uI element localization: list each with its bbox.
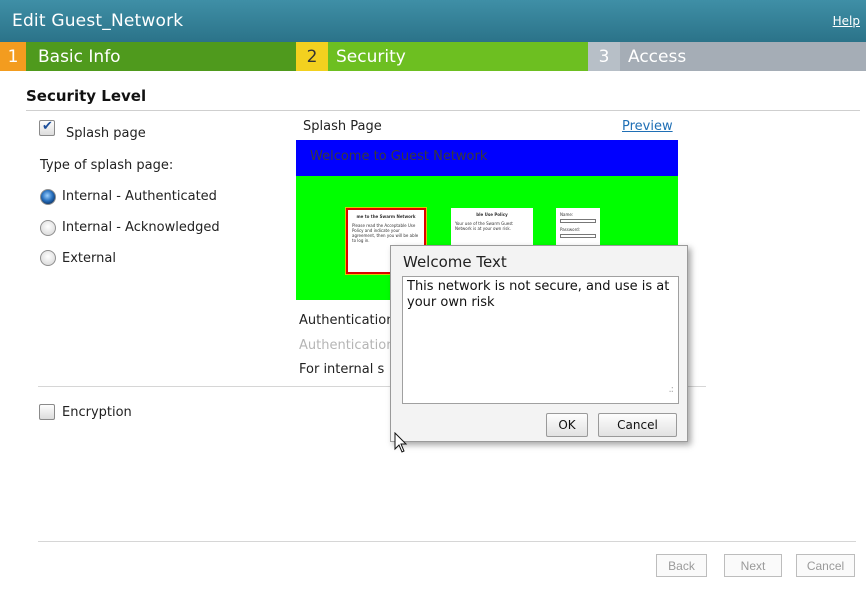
tab-label: Basic Info xyxy=(26,42,296,71)
title-bar: Edit Guest_Network Help xyxy=(0,0,866,42)
internal-server-label: For internal s xyxy=(299,362,385,377)
mouse-cursor-icon xyxy=(394,432,408,453)
mini-name-label: Name: xyxy=(560,212,574,217)
radio-internal-authenticated[interactable] xyxy=(40,189,56,205)
mini-name-field xyxy=(560,219,596,223)
cancel-button[interactable]: Cancel xyxy=(598,413,677,437)
mini-password-field xyxy=(560,234,596,238)
encryption-label: Encryption xyxy=(62,405,132,420)
splash-type-label: Type of splash page: xyxy=(40,158,174,173)
splash-page-label: Splash page xyxy=(66,126,146,141)
radio-external[interactable] xyxy=(40,250,56,266)
radio-internal-acknowledged[interactable] xyxy=(40,220,56,236)
welcome-text-input[interactable]: This network is not secure, and use is a… xyxy=(402,276,679,404)
splash-page-heading: Splash Page xyxy=(303,119,382,134)
splash-page-checkbox[interactable] xyxy=(39,119,55,136)
help-link[interactable]: Help xyxy=(833,14,860,28)
tab-label: Security xyxy=(328,42,588,71)
tab-number: 1 xyxy=(0,42,26,71)
radio-label: Internal - Authenticated xyxy=(62,189,217,204)
ok-button[interactable]: OK xyxy=(546,413,588,437)
back-button[interactable]: Back xyxy=(656,554,707,577)
mini-title: me to the Swarm Network xyxy=(356,214,416,219)
divider xyxy=(38,541,856,542)
tab-label: Access xyxy=(620,42,866,71)
mini-body: Your use of the Swarm Guest Network is a… xyxy=(455,221,513,231)
encryption-checkbox[interactable] xyxy=(39,404,55,420)
mini-body: Please read the Acceptable Use Policy an… xyxy=(352,223,419,243)
mini-password-label: Password: xyxy=(560,227,581,232)
splash-banner[interactable]: Welcome to Guest Network xyxy=(296,140,678,176)
tab-basic-info[interactable]: 1 Basic Info xyxy=(0,42,296,71)
resize-grip-icon[interactable]: .: xyxy=(668,384,673,395)
mini-title: ble Use Policy xyxy=(476,212,508,217)
wizard-cancel-button[interactable]: Cancel xyxy=(796,554,855,577)
tab-access[interactable]: 3 Access xyxy=(588,42,866,71)
next-button[interactable]: Next xyxy=(724,554,782,577)
wizard-tabs: 1 Basic Info 2 Security 3 Access xyxy=(0,42,866,71)
section-title: Security Level xyxy=(26,87,147,105)
window-title: Edit Guest_Network xyxy=(12,11,184,31)
radio-label: External xyxy=(62,251,116,266)
authentication-label: Authentication xyxy=(299,313,394,328)
tab-number: 3 xyxy=(588,42,620,71)
divider xyxy=(26,110,860,111)
tab-number: 2 xyxy=(296,42,328,71)
tab-security[interactable]: 2 Security xyxy=(296,42,588,71)
welcome-text-dialog: Welcome Text This network is not secure,… xyxy=(390,245,688,442)
dialog-title: Welcome Text xyxy=(403,253,507,271)
preview-link[interactable]: Preview xyxy=(622,119,673,134)
authentication-label-disabled: Authentication xyxy=(299,338,394,353)
radio-label: Internal - Acknowledged xyxy=(62,220,220,235)
